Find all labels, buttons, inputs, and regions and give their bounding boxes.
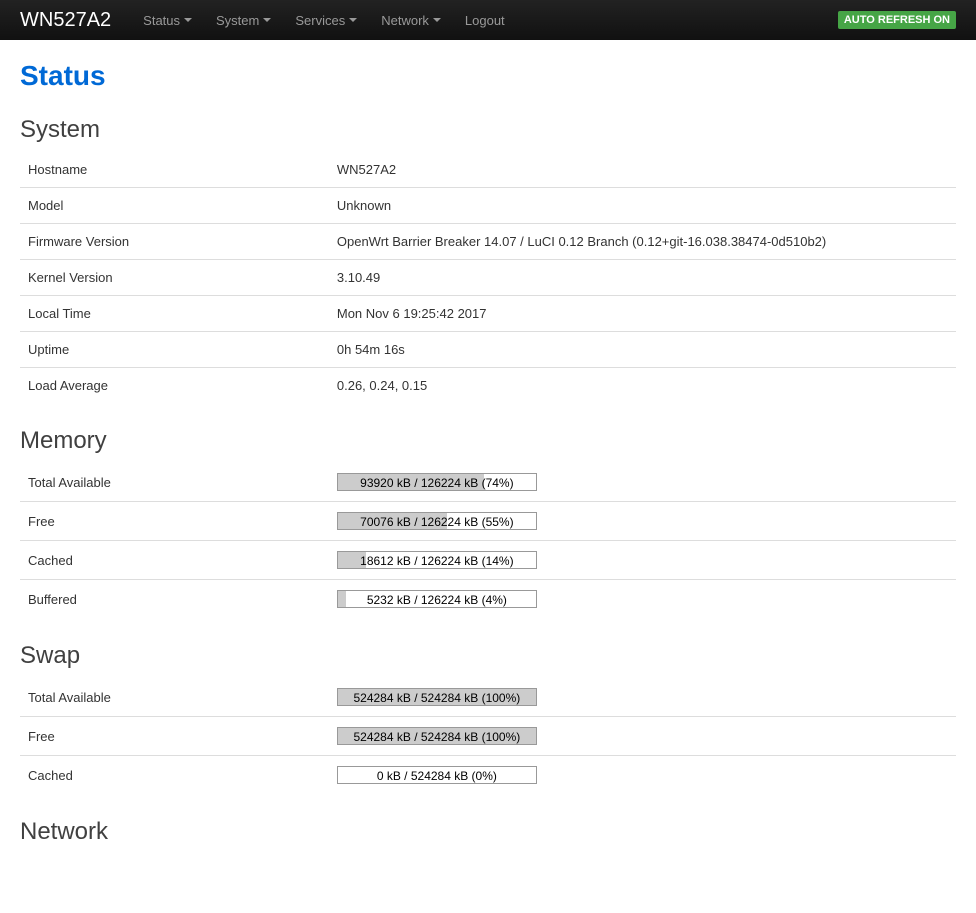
row-value: Mon Nov 6 19:25:42 2017 bbox=[329, 296, 956, 332]
auto-refresh-badge[interactable]: AUTO REFRESH ON bbox=[838, 11, 956, 29]
row-label: Firmware Version bbox=[20, 224, 329, 260]
swap-table: Total Available 524284 kB / 524284 kB (10… bbox=[20, 678, 956, 794]
table-row: Total Available 93920 kB / 126224 kB (74%… bbox=[20, 463, 956, 502]
row-value: 0h 54m 16s bbox=[329, 332, 956, 368]
row-label: Cached bbox=[20, 756, 329, 795]
section-heading-network: Network bbox=[20, 818, 956, 846]
nav-system[interactable]: System bbox=[204, 3, 283, 38]
section-heading-swap: Swap bbox=[20, 642, 956, 670]
row-value: 18612 kB / 126224 kB (14%) bbox=[329, 541, 956, 580]
progress-text: 524284 kB / 524284 kB (100%) bbox=[338, 689, 536, 707]
section-heading-system: System bbox=[20, 116, 956, 144]
progress-bar: 70076 kB / 126224 kB (55%) bbox=[337, 512, 537, 530]
table-row: Uptime0h 54m 16s bbox=[20, 332, 956, 368]
chevron-down-icon bbox=[263, 18, 271, 22]
table-row: ModelUnknown bbox=[20, 188, 956, 224]
table-row: Buffered 5232 kB / 126224 kB (4%) bbox=[20, 580, 956, 619]
progress-text: 5232 kB / 126224 kB (4%) bbox=[338, 591, 536, 609]
row-value: 0.26, 0.24, 0.15 bbox=[329, 368, 956, 404]
nav-network[interactable]: Network bbox=[369, 3, 453, 38]
memory-table: Total Available 93920 kB / 126224 kB (74%… bbox=[20, 463, 956, 618]
table-row: Load Average0.26, 0.24, 0.15 bbox=[20, 368, 956, 404]
row-value: WN527A2 bbox=[329, 152, 956, 188]
progress-bar: 524284 kB / 524284 kB (100%) bbox=[337, 688, 537, 706]
row-label: Load Average bbox=[20, 368, 329, 404]
table-row: Kernel Version3.10.49 bbox=[20, 260, 956, 296]
table-row: Cached 0 kB / 524284 kB (0%) bbox=[20, 756, 956, 795]
row-label: Local Time bbox=[20, 296, 329, 332]
nav-menu: Status System Services Network Logout bbox=[131, 3, 838, 38]
row-label: Buffered bbox=[20, 580, 329, 619]
chevron-down-icon bbox=[433, 18, 441, 22]
table-row: Free 524284 kB / 524284 kB (100%) bbox=[20, 717, 956, 756]
row-value: 5232 kB / 126224 kB (4%) bbox=[329, 580, 956, 619]
progress-bar: 5232 kB / 126224 kB (4%) bbox=[337, 590, 537, 608]
progress-text: 0 kB / 524284 kB (0%) bbox=[338, 767, 536, 785]
progress-bar: 93920 kB / 126224 kB (74%) bbox=[337, 473, 537, 491]
nav-status[interactable]: Status bbox=[131, 3, 204, 38]
row-value: 524284 kB / 524284 kB (100%) bbox=[329, 678, 956, 717]
row-value: OpenWrt Barrier Breaker 14.07 / LuCI 0.1… bbox=[329, 224, 956, 260]
table-row: Free 70076 kB / 126224 kB (55%) bbox=[20, 502, 956, 541]
nav-services[interactable]: Services bbox=[283, 3, 369, 38]
main-content: Status System HostnameWN527A2ModelUnknow… bbox=[0, 40, 976, 894]
nav-logout[interactable]: Logout bbox=[453, 3, 517, 38]
table-row: Total Available 524284 kB / 524284 kB (10… bbox=[20, 678, 956, 717]
progress-bar: 18612 kB / 126224 kB (14%) bbox=[337, 551, 537, 569]
progress-bar: 524284 kB / 524284 kB (100%) bbox=[337, 727, 537, 745]
row-value: 524284 kB / 524284 kB (100%) bbox=[329, 717, 956, 756]
table-row: HostnameWN527A2 bbox=[20, 152, 956, 188]
row-label: Free bbox=[20, 717, 329, 756]
progress-text: 524284 kB / 524284 kB (100%) bbox=[338, 728, 536, 746]
row-value: 93920 kB / 126224 kB (74%) bbox=[329, 463, 956, 502]
row-value: 3.10.49 bbox=[329, 260, 956, 296]
section-heading-memory: Memory bbox=[20, 427, 956, 455]
row-label: Cached bbox=[20, 541, 329, 580]
row-value: 0 kB / 524284 kB (0%) bbox=[329, 756, 956, 795]
chevron-down-icon bbox=[184, 18, 192, 22]
row-label: Total Available bbox=[20, 678, 329, 717]
table-row: Firmware VersionOpenWrt Barrier Breaker … bbox=[20, 224, 956, 260]
table-row: Cached 18612 kB / 126224 kB (14%) bbox=[20, 541, 956, 580]
table-row: Local TimeMon Nov 6 19:25:42 2017 bbox=[20, 296, 956, 332]
system-table: HostnameWN527A2ModelUnknownFirmware Vers… bbox=[20, 152, 956, 403]
brand: WN527A2 bbox=[20, 9, 111, 32]
progress-text: 70076 kB / 126224 kB (55%) bbox=[338, 513, 536, 531]
row-label: Uptime bbox=[20, 332, 329, 368]
row-value: Unknown bbox=[329, 188, 956, 224]
progress-bar: 0 kB / 524284 kB (0%) bbox=[337, 766, 537, 784]
page-title: Status bbox=[20, 60, 956, 92]
row-value: 70076 kB / 126224 kB (55%) bbox=[329, 502, 956, 541]
navbar: WN527A2 Status System Services Network L… bbox=[0, 0, 976, 40]
chevron-down-icon bbox=[349, 18, 357, 22]
row-label: Hostname bbox=[20, 152, 329, 188]
row-label: Free bbox=[20, 502, 329, 541]
progress-text: 93920 kB / 126224 kB (74%) bbox=[338, 474, 536, 492]
progress-text: 18612 kB / 126224 kB (14%) bbox=[338, 552, 536, 570]
row-label: Kernel Version bbox=[20, 260, 329, 296]
row-label: Model bbox=[20, 188, 329, 224]
row-label: Total Available bbox=[20, 463, 329, 502]
